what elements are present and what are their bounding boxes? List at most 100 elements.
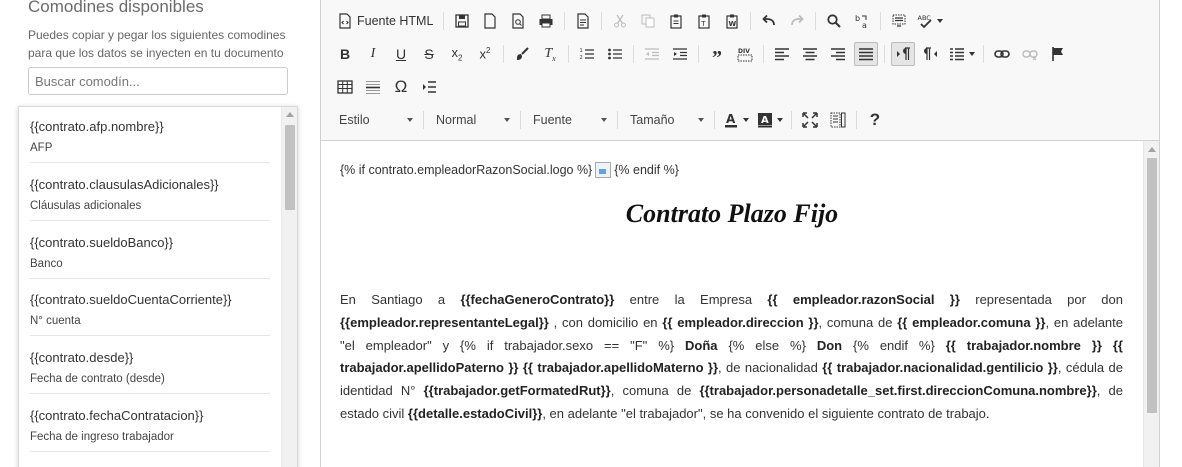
paste-word-button[interactable]: W xyxy=(720,9,744,33)
scrollbar-thumb[interactable] xyxy=(285,125,295,210)
select-all-button[interactable] xyxy=(887,9,911,33)
text-direction-ltr-button[interactable] xyxy=(891,42,915,66)
paste-button[interactable] xyxy=(664,9,688,33)
document-scrollbar[interactable] xyxy=(1143,141,1159,467)
rich-text-editor: Fuente HTML T W ba ABC B I U S x2 x2 Tx … xyxy=(320,0,1160,467)
numbered-list-button[interactable]: 12 xyxy=(575,42,599,66)
templates-button[interactable] xyxy=(571,9,595,33)
italic-button[interactable]: I xyxy=(361,42,385,66)
table-button[interactable] xyxy=(333,75,357,99)
special-char-button[interactable]: Ω xyxy=(389,75,413,99)
wildcard-search-input[interactable] xyxy=(28,67,288,95)
outdent-button[interactable] xyxy=(640,42,664,66)
editor-toolbar: Fuente HTML T W ba ABC B I U S x2 x2 Tx … xyxy=(321,0,1159,141)
styles-dropdown-label: Estilo xyxy=(339,113,370,127)
logo-condition-line: {% if contrato.empleadorRazonSocial.logo… xyxy=(340,162,679,178)
undo-button[interactable] xyxy=(757,9,781,33)
replace-button[interactable]: ba xyxy=(850,9,874,33)
wildcard-code: {{contrato.sueldoCuentaCorriente}} xyxy=(30,292,232,308)
wildcard-item[interactable]: {{contrato.afp.nombre}} AFP xyxy=(19,107,281,165)
horizontal-line-button[interactable] xyxy=(361,75,385,99)
chevron-down-icon xyxy=(698,118,704,122)
indent-button[interactable] xyxy=(668,42,692,66)
template-variable: Don xyxy=(816,337,843,353)
redo-button[interactable] xyxy=(785,9,809,33)
format-dropdown[interactable]: Normal xyxy=(428,108,516,132)
page-break-button[interactable] xyxy=(417,75,441,99)
preview-button[interactable] xyxy=(506,9,530,33)
spellcheck-button[interactable]: ABC xyxy=(915,9,945,33)
cut-button[interactable] xyxy=(608,9,632,33)
strikethrough-button[interactable]: S xyxy=(417,42,441,66)
divider xyxy=(30,335,270,337)
text-color-button[interactable]: A xyxy=(721,108,751,132)
paste-text-icon: T xyxy=(698,14,711,29)
subscript-button[interactable]: x2 xyxy=(445,42,469,66)
divider xyxy=(30,450,270,452)
link-icon xyxy=(994,50,1010,58)
ltr-icon xyxy=(897,47,910,60)
link-button[interactable] xyxy=(990,42,1014,66)
find-button[interactable] xyxy=(822,9,846,33)
chevron-down-icon xyxy=(777,118,783,122)
text-direction-rtl-button[interactable] xyxy=(919,42,943,66)
template-variable: Doña xyxy=(685,337,718,353)
paragraph-text: entre la Empresa xyxy=(614,292,768,307)
new-page-button[interactable] xyxy=(478,9,502,33)
div-container-button[interactable]: DIV xyxy=(733,42,757,66)
flag-icon xyxy=(1052,47,1063,61)
divider xyxy=(520,111,521,129)
svg-text:T: T xyxy=(701,20,707,28)
blockquote-button[interactable]: ” xyxy=(705,42,729,69)
align-right-button[interactable] xyxy=(826,42,850,66)
anchor-button[interactable] xyxy=(1046,42,1070,66)
background-color-button[interactable]: A xyxy=(755,108,785,132)
align-left-button[interactable] xyxy=(770,42,794,66)
save-icon xyxy=(455,14,470,28)
logo-endif-tag: {% endif %} xyxy=(614,163,679,177)
styles-dropdown[interactable]: Estilo xyxy=(331,108,419,132)
font-dropdown[interactable]: Fuente xyxy=(525,108,613,132)
paragraph-text: {% else %} xyxy=(717,337,817,353)
justify-button[interactable] xyxy=(854,42,878,66)
wildcard-item[interactable]: {{contrato.desde}} Fecha de contrato (de… xyxy=(19,338,281,396)
copy-button[interactable] xyxy=(636,9,660,33)
wildcard-item[interactable]: {{contrato.sueldoBanco}} Banco xyxy=(19,223,281,281)
scroll-up-arrow-icon[interactable] xyxy=(286,112,294,117)
divider xyxy=(443,12,445,30)
undo-icon xyxy=(762,14,776,26)
size-dropdown[interactable]: Tamaño xyxy=(622,108,710,132)
print-button[interactable] xyxy=(534,9,558,33)
wildcard-item[interactable]: {{contrato.fechaContratacion}} Fecha de … xyxy=(19,396,281,454)
language-button[interactable] xyxy=(947,42,977,66)
wildcard-list-scrollbar[interactable] xyxy=(281,107,297,467)
redo-icon xyxy=(791,14,805,26)
maximize-button[interactable] xyxy=(798,108,822,132)
superscript-button[interactable]: x2 xyxy=(473,42,497,66)
help-button[interactable]: ? xyxy=(863,108,887,132)
template-variable: {{ trabajador.nacionalidad.gentilicio }} xyxy=(822,360,1058,376)
bold-button[interactable]: B xyxy=(333,42,357,66)
remove-format-button[interactable]: Tx xyxy=(538,42,562,66)
unlink-button[interactable] xyxy=(1018,42,1042,66)
wildcard-code: {{contrato.afp.nombre}} xyxy=(30,119,164,134)
templates-icon xyxy=(577,13,590,29)
scrollbar-thumb[interactable] xyxy=(1147,158,1157,413)
divider xyxy=(30,162,270,163)
source-html-button[interactable]: Fuente HTML xyxy=(333,9,437,33)
wildcard-item[interactable]: {{contrato.clausulasAdicionales}} Cláusu… xyxy=(19,165,281,223)
underline-icon: U xyxy=(395,46,407,62)
paste-text-button[interactable]: T xyxy=(692,9,716,33)
svg-text:2: 2 xyxy=(580,55,583,61)
bulleted-list-button[interactable] xyxy=(603,42,627,66)
save-button[interactable] xyxy=(450,9,474,33)
scroll-up-arrow-icon[interactable] xyxy=(1148,147,1156,152)
align-center-button[interactable] xyxy=(798,42,822,66)
scissors-icon xyxy=(614,14,627,28)
underline-button[interactable]: U xyxy=(389,42,413,66)
show-blocks-button[interactable] xyxy=(826,108,850,132)
document-area[interactable]: {% if contrato.empleadorRazonSocial.logo… xyxy=(321,141,1143,467)
copy-format-button[interactable] xyxy=(510,42,534,66)
logo-if-tag: {% if contrato.empleadorRazonSocial.logo… xyxy=(340,163,593,177)
wildcard-item[interactable]: {{contrato.sueldoCuentaCorriente}} N° cu… xyxy=(19,280,281,338)
